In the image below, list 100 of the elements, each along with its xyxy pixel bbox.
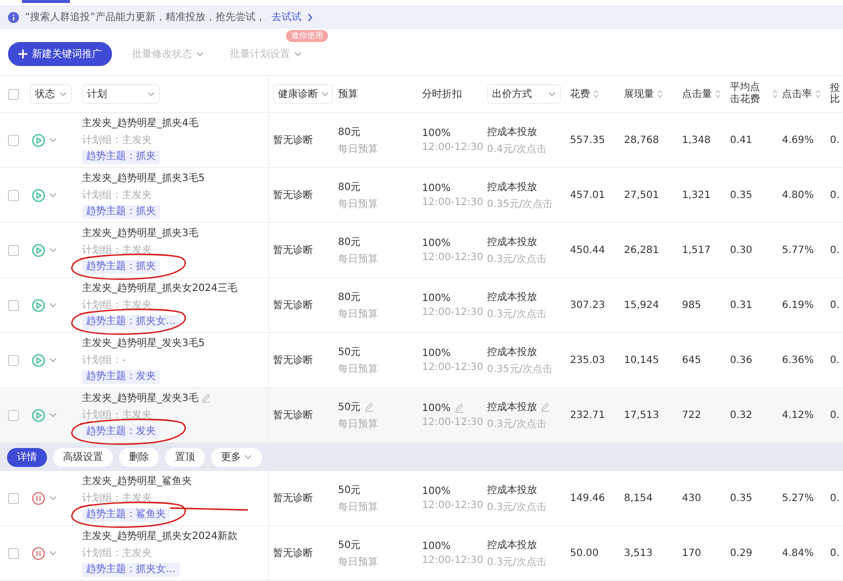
- ctr-value: 4.80%: [782, 190, 815, 200]
- theme-tag: 趋势主题：发夹: [82, 425, 160, 439]
- plan-name[interactable]: 主发夹_趋势明星_抓夹3毛: [82, 226, 198, 240]
- cost-value: 557.35: [570, 134, 606, 146]
- health-status: 暂无诊断: [273, 298, 314, 312]
- time-range: 12:00-12:30: [422, 196, 483, 208]
- row-action-button[interactable]: 详情: [7, 448, 47, 466]
- budget-value: 80元: [338, 290, 361, 304]
- plan-name[interactable]: 主发夹_趋势明星_抓夹女2024三毛: [82, 281, 238, 295]
- health-status: 暂无诊断: [273, 546, 314, 560]
- bid-value: 0.3元/次点击: [487, 252, 548, 266]
- budget-note: 每日预算: [338, 362, 379, 376]
- row-action-button[interactable]: 高级设置: [53, 448, 113, 466]
- budget-value: 80元: [338, 236, 361, 248]
- row-action-button[interactable]: 更多: [211, 448, 262, 466]
- plan-name[interactable]: 主发夹_趋势明星_发夹3毛: [82, 391, 198, 405]
- column-header[interactable]: 花费: [570, 87, 590, 101]
- column-filter-dropdown[interactable]: 出价方式: [487, 84, 561, 104]
- plan-name[interactable]: 主发夹_趋势明星_抓夹3毛5: [82, 171, 205, 185]
- avg-cost-value: 0.35: [730, 492, 754, 504]
- theme-tag: 趋势主题：鲨鱼夹: [82, 508, 170, 522]
- new-promotion-button[interactable]: 新建关键词推广: [8, 42, 112, 66]
- column-header[interactable]: 点击量: [682, 87, 712, 101]
- cost-value: 50.00: [570, 548, 600, 558]
- table-cell-text: 0.: [830, 244, 841, 256]
- clicks-value: 985: [682, 300, 702, 310]
- ctr-value: 4.12%: [782, 410, 815, 420]
- discount-value: 100%: [422, 540, 451, 552]
- column-header[interactable]: 展现量: [624, 87, 654, 101]
- plan-name[interactable]: 主发夹_趋势明星_抓夹女2024新款: [82, 529, 238, 543]
- cost-value: 149.46: [570, 492, 606, 504]
- table-cell-text: 0.: [830, 134, 841, 146]
- avg-cost-value: 0.35: [730, 190, 754, 200]
- table-cell-text: 0.: [830, 410, 841, 420]
- discount-value: 100%: [422, 238, 451, 248]
- bid-value: 0.35元/次点击: [487, 362, 554, 376]
- plan-group: 计划组：主发夹: [82, 188, 268, 202]
- theme-tag: 趋势主题：抓夹: [82, 205, 160, 219]
- time-range: 12:00-12:30: [422, 252, 483, 262]
- theme-tag: 趋势主题：抓夹: [82, 260, 160, 274]
- avg-cost-value: 0.31: [730, 300, 754, 310]
- column-header: 投比: [829, 83, 840, 105]
- table-cell-text: 0.: [830, 548, 841, 558]
- clicks-value: 170: [682, 548, 702, 558]
- column-filter-dropdown[interactable]: 计划: [82, 84, 160, 104]
- column-header: 预算: [338, 88, 358, 101]
- time-range: 12:00-12:30: [422, 500, 483, 510]
- plan-group: 计划组：主发夹: [82, 133, 268, 147]
- plan-name[interactable]: 主发夹_趋势明星_鲨鱼夹: [82, 474, 192, 488]
- budget-note: 每日预算: [338, 418, 379, 430]
- health-status: 暂无诊断: [273, 244, 314, 257]
- column-header[interactable]: 平均点击花费: [730, 82, 769, 106]
- bid-type: 控成本投放: [487, 180, 537, 194]
- bid-type: 控成本投放: [487, 400, 537, 414]
- cost-value: 307.23: [570, 300, 606, 310]
- cost-value: 235.03: [570, 354, 606, 366]
- column-header[interactable]: 点击率: [782, 87, 812, 101]
- plan-group: 计划组：主发夹: [82, 243, 268, 257]
- budget-note: 每日预算: [338, 252, 379, 266]
- clicks-value: 1,517: [682, 244, 712, 256]
- clicks-value: 722: [682, 410, 702, 420]
- theme-tag: 趋势主题：发夹: [82, 370, 160, 384]
- budget-value: 50元: [338, 346, 361, 358]
- bid-type: 控成本投放: [487, 290, 537, 304]
- cost-value: 457.01: [570, 190, 606, 200]
- row-action-button[interactable]: 删除: [119, 448, 159, 466]
- ctr-value: 5.77%: [782, 244, 815, 256]
- plan-group: 计划组：主发夹: [82, 546, 268, 560]
- time-range: 12:00-12:30: [422, 554, 483, 566]
- impressions-value: 3,513: [624, 548, 654, 558]
- avg-cost-value: 0.32: [730, 410, 754, 420]
- avg-cost-value: 0.41: [730, 134, 754, 146]
- time-range: 12:00-12:30: [422, 306, 483, 318]
- health-status: 暂无诊断: [273, 354, 314, 367]
- column-filter-dropdown[interactable]: 状态: [30, 84, 72, 104]
- time-range: 12:00-12:30: [422, 362, 483, 372]
- impressions-value: 10,145: [624, 354, 660, 366]
- banner-text: “搜索人群追投”产品能力更新，精准投放，抢先尝试，: [25, 10, 266, 24]
- ctr-value: 5.27%: [782, 492, 815, 504]
- impressions-value: 28,768: [624, 134, 660, 146]
- budget-value: 50元: [338, 484, 361, 496]
- clicks-value: 1,321: [682, 190, 712, 200]
- bid-type: 控成本投放: [487, 538, 537, 552]
- row-action-button[interactable]: 置顶: [165, 448, 205, 466]
- bid-value: 0.4元/次点击: [487, 142, 548, 156]
- health-status: 暂无诊断: [273, 134, 314, 147]
- column-filter-dropdown[interactable]: 健康诊断: [273, 84, 333, 104]
- try-link[interactable]: 去试试: [271, 10, 302, 24]
- theme-tag: 趋势主题：抓夹女...: [82, 315, 180, 329]
- bid-type: 控成本投放: [487, 346, 537, 358]
- clicks-value: 430: [682, 492, 702, 504]
- plan-name[interactable]: 主发夹_趋势明星_发夹3毛5: [82, 336, 205, 350]
- clicks-value: 1,348: [682, 134, 712, 146]
- cost-value: 232.71: [570, 410, 606, 420]
- discount-value: 100%: [422, 486, 451, 496]
- table-cell-text: 0.: [830, 300, 841, 310]
- time-range: 12:00-12:30: [422, 416, 483, 428]
- plan-group: 计划组：主发夹: [82, 491, 268, 505]
- plan-name[interactable]: 主发夹_趋势明星_抓夹4毛: [82, 116, 198, 130]
- budget-note: 每日预算: [338, 142, 379, 156]
